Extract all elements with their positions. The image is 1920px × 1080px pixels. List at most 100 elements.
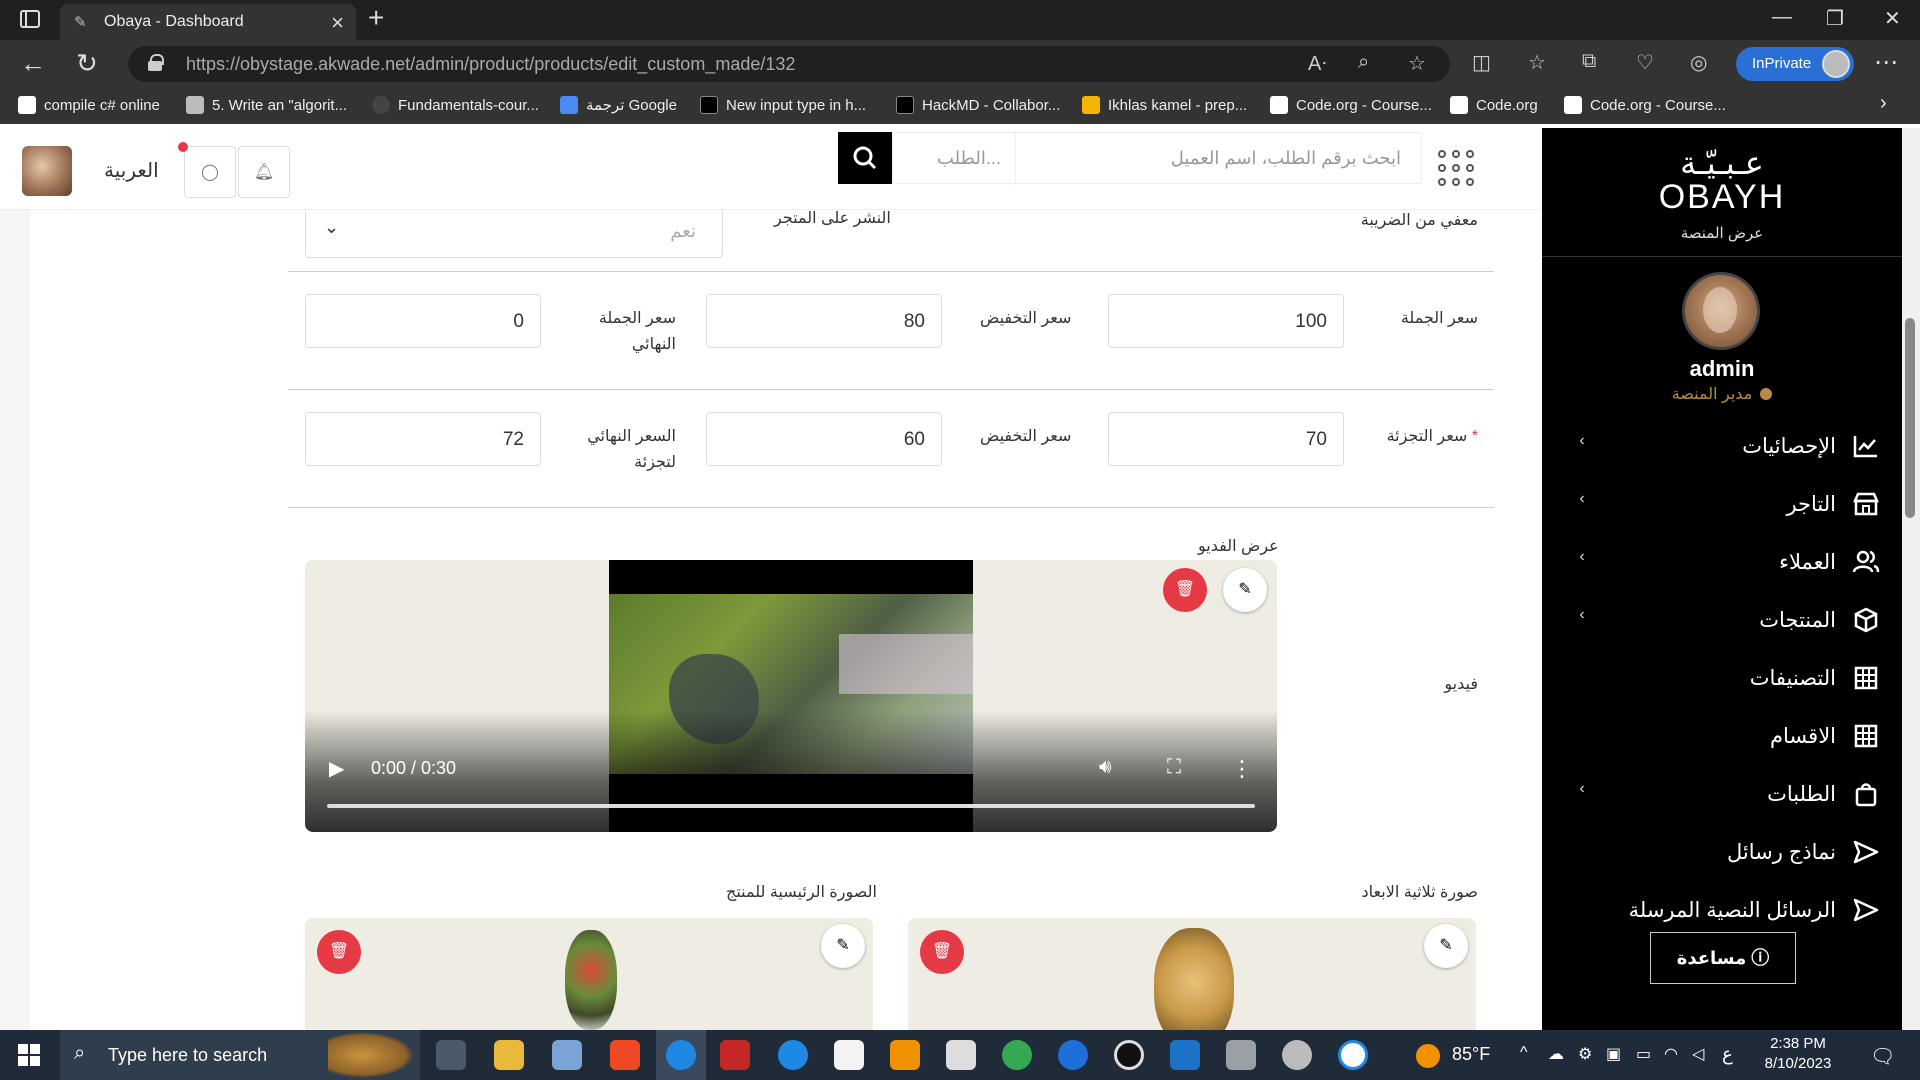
bookmark-item[interactable]: New input type in h... <box>700 96 866 114</box>
bookmark-item[interactable]: Code.org <box>1450 96 1538 114</box>
sidebar-item-sections[interactable]: الاقسام <box>1562 716 1882 756</box>
notepad-icon[interactable] <box>552 1040 582 1070</box>
delete-video-button[interactable]: 🗑︎ <box>1163 568 1207 612</box>
page-scrollbar[interactable] <box>1902 128 1920 1030</box>
back-arrow-icon[interactable]: ← <box>20 48 46 79</box>
bookmark-item[interactable]: HackMD - Collabor... <box>896 96 1060 114</box>
bookmarks-more-chevron-icon[interactable]: › <box>1880 92 1887 115</box>
fullscreen-icon[interactable]: ⛶ <box>1167 756 1181 779</box>
battery-icon[interactable]: ▭ <box>1636 1044 1651 1064</box>
maximize-button[interactable]: ❐ <box>1826 6 1844 31</box>
bookmark-item[interactable]: compile c# online <box>18 96 160 114</box>
wifi-icon[interactable]: ◠ <box>1664 1044 1678 1064</box>
retail-final-input[interactable]: 72 <box>305 412 541 466</box>
sidebar-item-products[interactable]: ‹ المنتجات <box>1562 600 1882 640</box>
bookmark-item[interactable]: Fundamentals-cour... <box>372 96 539 114</box>
url-field[interactable]: https://obystage.akwade.net/admin/produc… <box>128 46 1450 82</box>
tab-actions-icon[interactable] <box>20 10 40 28</box>
zoom-icon[interactable]: ⌕ <box>1358 51 1369 74</box>
split-screen-icon[interactable]: ◫ <box>1472 50 1491 75</box>
wholesale-discount-input[interactable]: 80 <box>706 294 942 348</box>
sidebar-item-statistics[interactable]: ‹ الإحصائيات <box>1562 426 1882 466</box>
play-icon[interactable]: ▶ <box>329 756 344 781</box>
read-aloud-icon[interactable]: Aᐧ <box>1308 51 1326 76</box>
notifications-button[interactable]: 🔔︎ <box>238 146 290 198</box>
bookmark-item[interactable]: Code.org - Course... <box>1564 96 1726 114</box>
temperature[interactable]: 85°F <box>1452 1044 1490 1065</box>
sidebar-item-categories[interactable]: التصنيفات <box>1562 658 1882 698</box>
sidebar-item-merchants[interactable]: ‹ التاجر <box>1562 484 1882 524</box>
delete-3d-image-button[interactable]: 🗑︎ <box>920 930 964 974</box>
app-icon[interactable] <box>1338 1040 1368 1070</box>
user-avatar[interactable] <box>22 146 72 196</box>
volume-icon[interactable]: 🔊︎ <box>1099 756 1112 779</box>
edit-3d-image-button[interactable]: ✎ <box>1424 924 1468 968</box>
tray-app-icon[interactable]: ☁︎ <box>1548 1044 1564 1064</box>
file-explorer-icon[interactable] <box>494 1040 524 1070</box>
new-tab-button[interactable]: + <box>368 2 384 34</box>
sidebar-item-sent-sms[interactable]: الرسائل النصية المرسلة <box>1562 890 1882 930</box>
chrome-icon[interactable] <box>1002 1040 1032 1070</box>
app-icon[interactable] <box>720 1040 750 1070</box>
bookmark-item[interactable]: Ikhlas kamel - prep... <box>1082 96 1247 114</box>
app-icon[interactable] <box>946 1040 976 1070</box>
favorite-star-icon[interactable]: ☆ <box>1408 51 1426 76</box>
edit-video-button[interactable]: ✎ <box>1223 568 1267 612</box>
tab-close-icon[interactable]: × <box>331 10 344 36</box>
retail-price-input[interactable]: 70 <box>1108 412 1344 466</box>
edge-bar-icon[interactable]: ◎ <box>1690 50 1707 75</box>
search-button[interactable] <box>838 132 892 184</box>
notifications-icon[interactable]: 🗨︎ <box>1870 1044 1895 1069</box>
more-menu-icon[interactable]: ⋯ <box>1874 48 1898 77</box>
chat-button[interactable]: ◯ <box>184 146 236 198</box>
windows-start-icon[interactable] <box>18 1044 40 1066</box>
sidebar-item-customers[interactable]: ‹ العملاء <box>1562 542 1882 582</box>
inprivate-badge[interactable]: InPrivate <box>1736 47 1854 81</box>
browser-tab[interactable]: ✎ Obaya - Dashboard × <box>60 4 356 40</box>
collections-icon[interactable]: ⧉ <box>1582 50 1596 73</box>
tray-chevron-icon[interactable]: ^ <box>1520 1044 1528 1062</box>
delete-main-image-button[interactable]: 🗑︎ <box>317 930 361 974</box>
app-icon[interactable] <box>778 1040 808 1070</box>
close-window-button[interactable]: ✕ <box>1884 6 1901 31</box>
help-button[interactable]: مساعدة ⓘ <box>1650 932 1796 984</box>
health-icon[interactable]: ♡ <box>1636 50 1654 75</box>
publish-select[interactable]: نعم ⌄ <box>305 210 723 258</box>
sidebar-item-message-templates[interactable]: نماذج رسائل <box>1562 832 1882 872</box>
wholesale-final-input[interactable]: 0 <box>305 294 541 348</box>
refresh-icon[interactable]: ↻ <box>76 48 98 79</box>
brave-icon[interactable] <box>610 1040 640 1070</box>
wholesale-price-input[interactable]: 100 <box>1108 294 1344 348</box>
maps-icon[interactable] <box>1058 1040 1088 1070</box>
bookmark-item[interactable]: Code.org - Course... <box>1270 96 1432 114</box>
edge-icon[interactable] <box>666 1040 696 1070</box>
video-menu-icon[interactable]: ⋮ <box>1231 756 1253 782</box>
favorites-icon[interactable]: ☆ <box>1528 50 1546 75</box>
calculator-icon[interactable] <box>1226 1040 1256 1070</box>
xampp-icon[interactable] <box>890 1040 920 1070</box>
minimize-button[interactable]: — <box>1772 6 1792 29</box>
edit-main-image-button[interactable]: ✎ <box>821 924 865 968</box>
retail-discount-input[interactable]: 60 <box>706 412 942 466</box>
bookmark-item[interactable]: ترجمة Google <box>560 96 677 114</box>
video-progress-bar[interactable] <box>327 804 1255 808</box>
app-icon[interactable] <box>1170 1040 1200 1070</box>
bookmark-item[interactable]: 5. Write an "algorit... <box>186 96 347 114</box>
clock[interactable]: 2:38 PM 8/10/2023 <box>1748 1034 1848 1074</box>
language-indicator[interactable]: ع <box>1722 1044 1733 1065</box>
volume-icon[interactable]: ◁︎ <box>1692 1044 1704 1064</box>
weather-icon[interactable] <box>1416 1044 1440 1068</box>
store-icon[interactable] <box>834 1040 864 1070</box>
tray-app-icon[interactable]: ⚙︎ <box>1578 1044 1592 1064</box>
video-player[interactable]: ▶ 0:00 / 0:30 🔊︎ ⛶ ⋮ 🗑︎ ✎ <box>305 560 1277 832</box>
sidebar-subtitle[interactable]: عرض المنصة <box>1542 224 1902 242</box>
language-switch[interactable]: العربية <box>104 158 159 183</box>
sidebar-item-orders[interactable]: ‹ الطلبات <box>1562 774 1882 814</box>
scrollbar-thumb[interactable] <box>1905 318 1915 518</box>
record-icon[interactable] <box>1114 1040 1144 1070</box>
task-view-icon[interactable] <box>436 1040 466 1070</box>
taskbar-search[interactable]: ⌕ Type here to search <box>60 1030 420 1080</box>
apps-grid-icon[interactable] <box>1438 150 1478 190</box>
search-input[interactable]: الطلب... ابحث برقم الطلب، اسم العميل <box>892 132 1422 185</box>
tray-app-icon[interactable]: ▣ <box>1606 1044 1621 1064</box>
